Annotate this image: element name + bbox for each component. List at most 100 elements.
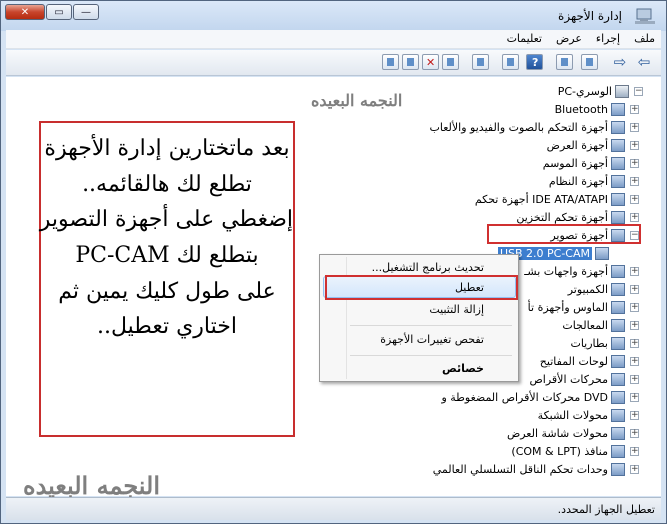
tree-item[interactable]: + IDE ATA/ATAPI أجهزة تحكم — [475, 191, 639, 208]
tree-item-label: أجهزة الموسم — [542, 157, 608, 170]
toolbar: ⇦ ⇨ — [6, 50, 661, 76]
watermark-bottom: النجمه البعيده — [23, 471, 161, 500]
tree-item[interactable]: + بطاريات — [570, 335, 639, 352]
tree-item-label: محولات الشبكة — [537, 409, 608, 422]
tree-item[interactable]: + أجهزة الموسم — [543, 155, 639, 172]
device-icon — [611, 121, 625, 134]
expand-icon[interactable]: + — [630, 159, 639, 168]
expand-icon[interactable]: + — [630, 393, 639, 402]
device-icon — [611, 139, 625, 152]
menu-view[interactable]: عرض — [556, 32, 582, 45]
note-line: بتطلع لك PC-CAM — [75, 242, 259, 268]
highlight-disable — [325, 275, 518, 300]
show-hide-tree-icon[interactable] — [581, 54, 598, 70]
expand-icon[interactable]: + — [630, 177, 639, 186]
tree-item[interactable]: + أجهزة التحكم بالصوت والفيديو والألعاب — [430, 119, 639, 136]
update-driver-icon[interactable] — [442, 54, 459, 70]
expand-icon[interactable]: + — [630, 123, 639, 132]
minimize-button[interactable]: — — [73, 4, 99, 20]
expand-icon[interactable]: + — [630, 465, 639, 474]
expand-icon[interactable]: + — [630, 447, 639, 456]
close-button[interactable]: ✕ — [5, 4, 45, 20]
tree-item-label: منافذ (COM & LPT) — [511, 445, 608, 458]
tree-item-label: أجهزة العرض — [546, 139, 608, 152]
tree-item-label: محركات الأقراص — [529, 373, 608, 386]
device-icon — [611, 193, 625, 206]
properties-icon[interactable] — [556, 54, 573, 70]
tree-item-label: أجهزة النظام — [548, 175, 608, 188]
view-icon[interactable] — [502, 54, 519, 70]
menu-action[interactable]: إجراء — [596, 32, 620, 45]
tree-item[interactable]: + منافذ (COM & LPT) — [511, 443, 639, 460]
tree-item-label: أجهزة واجهات بشـ — [524, 265, 608, 278]
tree-root-label: الوسري-PC — [557, 85, 612, 98]
status-bar: تعطيل الجهاز المحدد. — [6, 497, 661, 520]
expand-icon[interactable]: + — [630, 267, 639, 276]
tree-item-label: الكمبيوتر — [567, 283, 608, 296]
tree-item[interactable]: + DVD محركات الأقراص المضغوطة و — [441, 389, 639, 406]
device-icon — [611, 337, 625, 350]
tree-item[interactable]: + لوحات المفاتيح — [540, 353, 639, 370]
device-icon — [611, 391, 625, 404]
menu-item-update-driver[interactable]: تحديث برنامج التشغيل... — [372, 261, 484, 274]
tree-item-label: Bluetooth — [554, 103, 608, 116]
menu-item-properties[interactable]: خصائص — [442, 362, 484, 375]
expand-icon[interactable]: + — [630, 105, 639, 114]
expand-icon[interactable]: + — [630, 357, 639, 366]
device-icon — [611, 175, 625, 188]
note-line: على طول كليك يمين ثم — [58, 278, 276, 304]
maximize-button[interactable]: ▭ — [46, 4, 72, 20]
forward-arrow-icon[interactable]: ⇨ — [609, 52, 631, 72]
tree-item[interactable]: + الماوس وأجهزة تأ — [528, 299, 639, 316]
uninstall-icon[interactable] — [422, 54, 439, 70]
back-arrow-icon[interactable]: ⇦ — [633, 52, 655, 72]
device-manager-window: ✕ ▭ — إدارة الأجهزة ملف إجراء عرض تعليما… — [0, 0, 667, 524]
expand-icon[interactable]: + — [630, 195, 639, 204]
tree-item-label: IDE ATA/ATAPI أجهزة تحكم — [474, 193, 608, 206]
expand-icon[interactable]: + — [630, 429, 639, 438]
title-bar[interactable]: ✕ ▭ — إدارة الأجهزة — [1, 1, 666, 31]
note-line: تطلع لك هالقائمه.. — [82, 171, 252, 197]
expand-icon[interactable]: + — [630, 375, 639, 384]
tree-item[interactable]: + Bluetooth — [555, 101, 639, 118]
expand-icon[interactable]: + — [630, 303, 639, 312]
tree-root[interactable]: − الوسري-PC — [558, 83, 643, 100]
device-icon — [611, 103, 625, 116]
expand-icon[interactable]: + — [630, 141, 639, 150]
collapse-icon[interactable]: − — [634, 87, 643, 96]
menu-help[interactable]: تعليمات — [507, 32, 542, 45]
expand-icon[interactable]: + — [630, 213, 639, 222]
tree-item-label: أجهزة تحكم التخزين — [516, 211, 608, 224]
tree-item[interactable]: + محركات الأقراص — [529, 371, 639, 388]
highlight-imaging-devices — [487, 224, 641, 244]
expand-icon[interactable]: + — [630, 285, 639, 294]
device-icon — [611, 283, 625, 296]
device-manager-icon — [634, 7, 656, 25]
tree-item-label: وحدات تحكم الناقل التسلسلي العالمي — [432, 463, 608, 476]
device-icon — [611, 355, 625, 368]
tree-item[interactable]: + محولات الشبكة — [538, 407, 639, 424]
tree-item[interactable]: + أجهزة واجهات بشـ — [524, 263, 639, 280]
help-icon[interactable] — [526, 54, 543, 70]
watermark-top: النجمه البعيده — [311, 91, 403, 110]
note-line: اختاري تعطيل.. — [97, 314, 237, 340]
tree-item[interactable]: + أجهزة العرض — [547, 137, 639, 154]
tree-item[interactable]: + أجهزة النظام — [549, 173, 639, 190]
device-icon — [611, 157, 625, 170]
menu-file[interactable]: ملف — [634, 32, 655, 45]
tree-item[interactable]: + محولات شاشة العرض — [507, 425, 639, 442]
tree-item[interactable]: + الكمبيوتر — [568, 281, 639, 298]
enable-icon[interactable] — [402, 54, 419, 70]
disable-icon[interactable] — [382, 54, 399, 70]
tree-item-label: لوحات المفاتيح — [539, 355, 608, 368]
expand-icon[interactable]: + — [630, 339, 639, 348]
scan-hardware-icon[interactable] — [472, 54, 489, 70]
tree-item[interactable]: + المعالجات — [562, 317, 639, 334]
device-icon — [611, 445, 625, 458]
menu-item-uninstall[interactable]: إزالة التثبيت — [429, 303, 484, 316]
expand-icon[interactable]: + — [630, 321, 639, 330]
menu-item-scan[interactable]: تفحص تغييرات الأجهزة — [380, 333, 484, 346]
note-line: بعد ماتختارين إدارة الأجهزة — [44, 136, 290, 161]
expand-icon[interactable]: + — [630, 411, 639, 420]
tree-item[interactable]: + وحدات تحكم الناقل التسلسلي العالمي — [433, 461, 639, 478]
